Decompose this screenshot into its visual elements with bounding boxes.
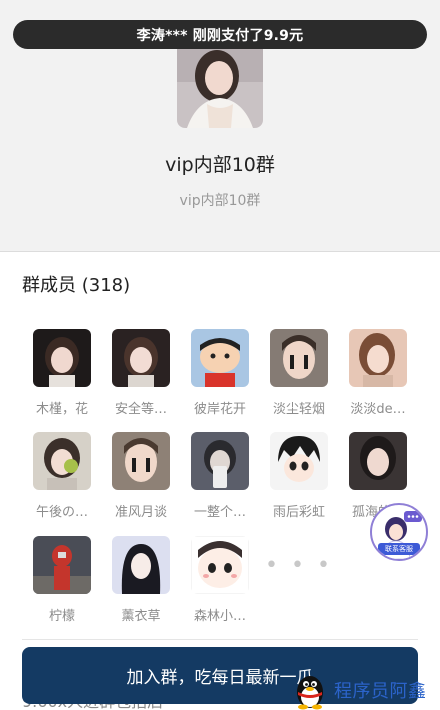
member-avatar xyxy=(270,432,328,490)
member-name: 薰衣草 xyxy=(121,609,161,624)
member-name: 淡淡de… xyxy=(350,402,406,417)
watermark-text: 程序员阿鑫 xyxy=(334,681,427,702)
member-avatar xyxy=(112,432,170,490)
member-name: 柠檬 xyxy=(48,609,75,624)
group-name: vip内部10群 xyxy=(165,154,275,176)
member-item[interactable]: 安全等… xyxy=(101,329,181,417)
member-item[interactable]: 午後の… xyxy=(22,432,102,520)
member-avatar xyxy=(191,432,249,490)
member-avatar xyxy=(112,536,170,594)
group-description: vip内部10群 xyxy=(179,193,261,209)
member-item[interactable]: 淡淡de… xyxy=(338,329,418,417)
group-avatar xyxy=(177,42,263,128)
member-avatar xyxy=(191,536,249,594)
member-item[interactable]: 准风月谈 xyxy=(101,432,181,520)
member-avatar xyxy=(270,329,328,387)
member-avatar xyxy=(33,536,91,594)
member-item[interactable]: 一整个… xyxy=(180,432,260,520)
member-avatar xyxy=(33,329,91,387)
member-avatar xyxy=(191,329,249,387)
member-name: 淡尘轻烟 xyxy=(272,402,325,417)
watermark: 程序员阿鑫 xyxy=(290,670,427,710)
service-label: 联系客服 xyxy=(378,543,420,555)
contact-service-button[interactable]: 联系客服 xyxy=(370,503,428,561)
more-members-button[interactable]: • • • xyxy=(259,536,339,594)
payment-toast: 李涛*** 刚刚支付了9.9元 xyxy=(13,20,427,49)
member-name: 安全等… xyxy=(114,402,167,417)
member-avatar xyxy=(349,432,407,490)
member-avatar xyxy=(33,432,91,490)
member-name: 木槿，花 xyxy=(35,402,88,417)
member-name: 彼岸花开 xyxy=(193,402,246,417)
member-name: 森林小… xyxy=(193,609,246,624)
member-avatar xyxy=(112,329,170,387)
member-name: 一整个… xyxy=(193,505,246,520)
member-name: 午後の… xyxy=(35,505,88,520)
member-avatar xyxy=(349,329,407,387)
divider xyxy=(22,639,418,640)
member-item[interactable]: 薰衣草 xyxy=(101,536,181,624)
member-item[interactable]: 淡尘轻烟 xyxy=(259,329,339,417)
member-name: 准风月谈 xyxy=(114,505,167,520)
member-item[interactable]: 彼岸花开 xyxy=(180,329,260,417)
member-item[interactable]: 森林小… xyxy=(180,536,260,624)
member-item[interactable]: 雨后彩虹 xyxy=(259,432,339,520)
member-item[interactable]: 木槿，花 xyxy=(22,329,102,417)
member-item[interactable]: 柠檬 xyxy=(22,536,102,624)
penguin-icon xyxy=(297,676,323,710)
members-title: 群成员 (318) xyxy=(22,275,131,296)
member-name: 雨后彩虹 xyxy=(272,505,325,520)
